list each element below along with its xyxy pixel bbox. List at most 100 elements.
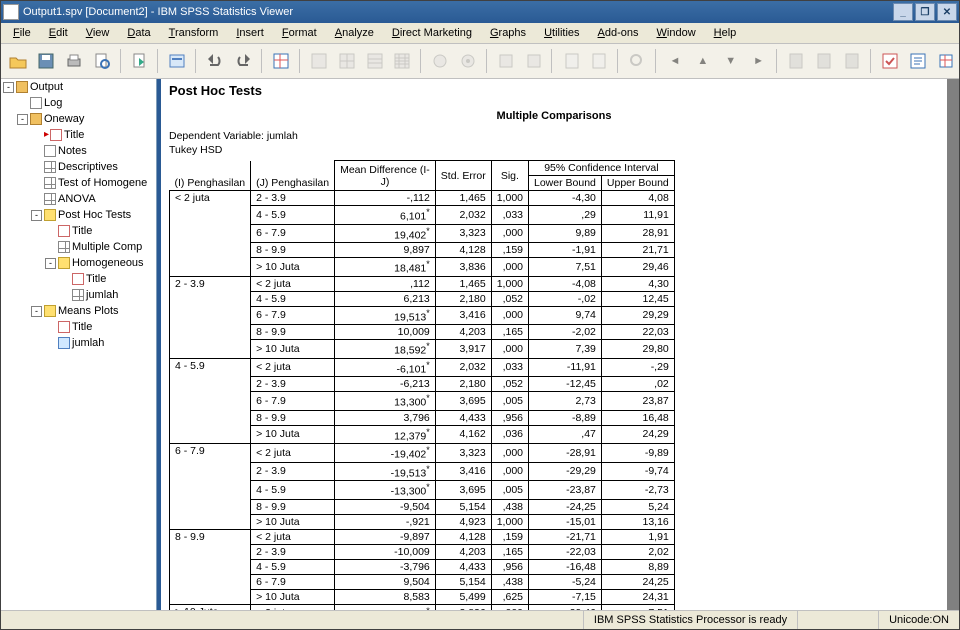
tb-circ2-icon [455, 47, 482, 75]
redo-button[interactable] [230, 47, 257, 75]
new-data-button[interactable] [932, 47, 959, 75]
print-button[interactable] [61, 47, 88, 75]
status-unicode: Unicode:ON [878, 611, 959, 629]
tb-circ1-icon [427, 47, 454, 75]
menu-data[interactable]: Data [119, 25, 158, 41]
tb-sel1-icon [492, 47, 519, 75]
tbl-icon [58, 241, 70, 253]
menu-direct-marketing[interactable]: Direct Marketing [384, 25, 480, 41]
status-processor: IBM SPSS Statistics Processor is ready [583, 611, 797, 629]
table-row[interactable]: 2 - 3.9< 2 juta,1121,4651,000-4,084,30 [170, 276, 675, 291]
outline-item[interactable]: ANOVA [1, 191, 156, 207]
dependent-variable-label: Dependent Variable: jumlah [169, 130, 939, 142]
menu-add-ons[interactable]: Add-ons [590, 25, 647, 41]
outline-item[interactable]: Log [1, 95, 156, 111]
table-row[interactable]: < 2 juta2 - 3.9-,1121,4651,000-4,304,08 [170, 191, 675, 206]
tb-grid3-icon [361, 47, 388, 75]
nav-next-icon: ▼ [717, 47, 744, 75]
menu-format[interactable]: Format [274, 25, 325, 41]
table-row[interactable]: > 10 Juta< 2 juta-18,481*3,836,000-29,46… [170, 604, 675, 610]
goto-data-button[interactable] [268, 47, 295, 75]
titlebar[interactable]: Output1.spv [Document2] - IBM SPSS Stati… [1, 1, 959, 23]
table-row[interactable]: 6 - 7.9< 2 juta-19,402*3,323,000-28,91-9… [170, 444, 675, 463]
menu-help[interactable]: Help [706, 25, 745, 41]
menu-window[interactable]: Window [649, 25, 704, 41]
outline-item[interactable]: Descriptives [1, 159, 156, 175]
outline-item[interactable]: -Output [1, 79, 156, 95]
menu-file[interactable]: File [5, 25, 39, 41]
table-row[interactable]: 4 - 5.9< 2 juta-6,101*2,032,033-11,91-,2… [170, 358, 675, 377]
chart-icon [58, 337, 70, 349]
menu-analyze[interactable]: Analyze [327, 25, 382, 41]
outline-label: Oneway [44, 112, 84, 126]
output-viewer[interactable]: Post Hoc Tests Multiple Comparisons Depe… [157, 79, 959, 610]
menu-insert[interactable]: Insert [228, 25, 272, 41]
export-button[interactable] [126, 47, 153, 75]
title-icon [58, 225, 70, 237]
outline-label: Notes [58, 144, 87, 158]
statusbar: IBM SPSS Statistics Processor is ready U… [1, 610, 959, 629]
tb-grid1-icon [305, 47, 332, 75]
multiple-comparisons-table[interactable]: (I) Penghasilan(J) PenghasilanMean Diffe… [169, 160, 675, 610]
tree-toggle-icon[interactable]: - [17, 114, 28, 125]
app-window: Output1.spv [Document2] - IBM SPSS Stati… [0, 0, 960, 630]
designate-window-button[interactable] [877, 47, 904, 75]
outline-label: jumlah [72, 336, 104, 350]
nav-first-icon: ◄ [662, 47, 689, 75]
outline-item[interactable]: jumlah [1, 287, 156, 303]
outline-item[interactable]: Title [1, 223, 156, 239]
print-preview-button[interactable] [89, 47, 116, 75]
minimize-button[interactable]: _ [893, 3, 913, 21]
open-button[interactable] [5, 47, 32, 75]
undo-button[interactable] [202, 47, 229, 75]
tbl-icon [44, 161, 56, 173]
tb-grid2-icon [333, 47, 360, 75]
goto-syntax-button[interactable] [904, 47, 931, 75]
outline-item[interactable]: - Oneway [1, 111, 156, 127]
menu-graphs[interactable]: Graphs [482, 25, 534, 41]
nav-last-icon: ► [745, 47, 772, 75]
tree-toggle-icon[interactable]: - [3, 82, 14, 93]
title-icon [72, 273, 84, 285]
table-row[interactable]: 8 - 9.9< 2 juta-9,8974,128,159-21,711,91 [170, 529, 675, 544]
tree-toggle-icon[interactable]: - [45, 258, 56, 269]
menu-edit[interactable]: Edit [41, 25, 76, 41]
menu-utilities[interactable]: Utilities [536, 25, 587, 41]
tree-toggle-icon[interactable]: - [31, 306, 42, 317]
nav-prev-icon: ▲ [689, 47, 716, 75]
outline-item[interactable]: - Means Plots [1, 303, 156, 319]
tree-toggle-icon[interactable]: - [31, 210, 42, 221]
outline-item[interactable]: -Post Hoc Tests [1, 207, 156, 223]
outline-label: Title [86, 272, 106, 286]
outline-item[interactable]: Test of Homogene [1, 175, 156, 191]
outline-item[interactable]: Multiple Comp [1, 239, 156, 255]
outline-item[interactable]: Notes [1, 143, 156, 159]
dialog-recall-button[interactable] [164, 47, 191, 75]
close-button[interactable]: ✕ [937, 3, 957, 21]
outline-label: Test of Homogene [58, 176, 147, 190]
outline-label: ANOVA [58, 192, 96, 206]
outline-label: Log [44, 96, 62, 110]
outline-label: Descriptives [58, 160, 118, 174]
section-heading: Post Hoc Tests [169, 83, 939, 98]
menu-view[interactable]: View [78, 25, 118, 41]
tbl-icon [44, 193, 56, 205]
outline-tree[interactable]: -OutputLog - Oneway▸TitleNotes Descriptives… [1, 79, 157, 610]
menu-transform[interactable]: Transform [161, 25, 227, 41]
restore-button[interactable]: ❐ [915, 3, 935, 21]
tbl-icon [44, 177, 56, 189]
title-icon [58, 321, 70, 333]
outline-label: Title [64, 128, 84, 142]
outline-item[interactable]: ▸Title [1, 127, 156, 143]
toolbar: ◄ ▲ ▼ ► [1, 44, 959, 79]
outline-item[interactable]: -Homogeneous [1, 255, 156, 271]
save-button[interactable] [33, 47, 60, 75]
tb-sel2-icon [520, 47, 547, 75]
outline-item[interactable]: jumlah [1, 335, 156, 351]
outline-item[interactable]: Title [1, 319, 156, 335]
outline-label: Multiple Comp [72, 240, 142, 254]
menubar[interactable]: FileEditViewDataTransformInsertFormatAna… [1, 23, 959, 44]
outline-item[interactable]: Title [1, 271, 156, 287]
outline-label: Means Plots [58, 304, 119, 318]
app-icon [3, 4, 19, 20]
